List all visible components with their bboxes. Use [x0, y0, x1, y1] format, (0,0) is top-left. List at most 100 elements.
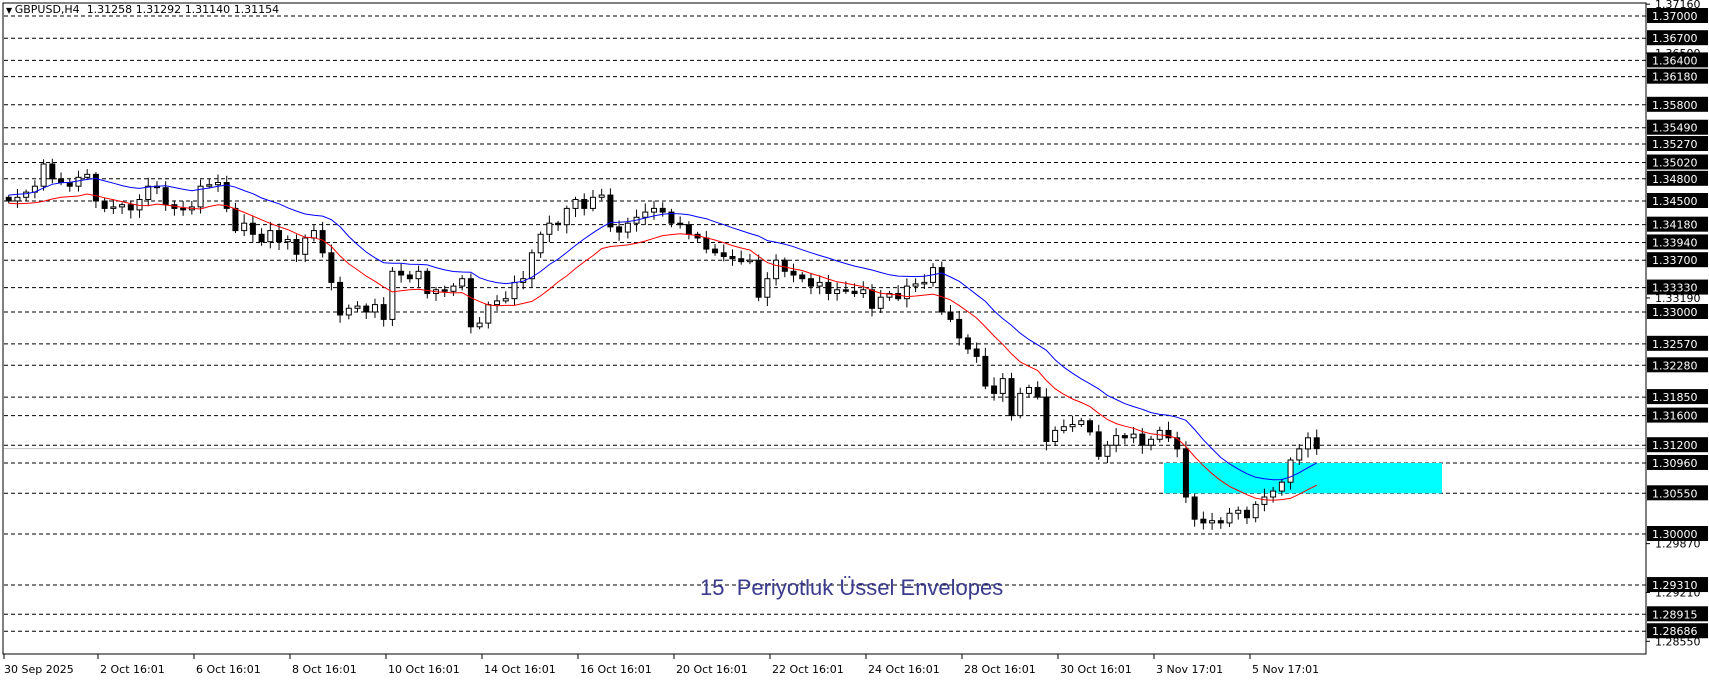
candle-body	[441, 289, 448, 292]
level-label: 1.30960	[1652, 457, 1698, 470]
candle	[572, 196, 579, 218]
level-label: 1.34800	[1652, 173, 1698, 186]
candle-body	[58, 178, 65, 184]
candle	[1034, 381, 1041, 400]
candle-body	[180, 207, 187, 211]
level-label: 1.34180	[1652, 219, 1698, 232]
candle-body	[276, 230, 283, 243]
candle-body	[1060, 426, 1067, 431]
candle	[171, 200, 178, 216]
candle	[406, 270, 413, 283]
candle	[345, 304, 352, 320]
candle	[415, 265, 422, 287]
level-label: 1.29310	[1652, 579, 1698, 592]
candle-body	[494, 300, 501, 306]
candle	[31, 180, 38, 199]
candle-body	[337, 281, 344, 316]
candle	[494, 295, 501, 311]
candle-body	[1191, 496, 1198, 520]
candle-body	[476, 322, 483, 328]
candle-body	[589, 196, 596, 209]
candle-body	[1148, 438, 1155, 446]
triangle-down-icon[interactable]: ▼	[6, 6, 15, 15]
candle-body	[1287, 459, 1294, 483]
candle-body	[712, 248, 719, 254]
candle	[764, 272, 771, 307]
level-label: 1.33700	[1652, 254, 1698, 267]
candle	[389, 267, 396, 327]
candle	[101, 197, 108, 213]
candle	[450, 283, 457, 296]
candle-body	[1278, 481, 1285, 492]
candle	[1217, 517, 1224, 529]
candle-body	[895, 293, 902, 300]
time-axis[interactable]: 30 Sep 2025 2 Oct 16:01 6 Oct 16:01 8 Oct 1…	[3, 654, 1319, 676]
candle-body	[651, 207, 657, 213]
level-label: 1.35020	[1652, 157, 1698, 170]
candle-body	[528, 252, 535, 280]
candle	[1043, 388, 1050, 451]
candle	[834, 282, 841, 301]
candle	[1313, 429, 1320, 455]
candle-body	[1121, 435, 1128, 439]
candle	[528, 249, 535, 288]
candle-body	[284, 238, 291, 243]
level-label: 1.37000	[1652, 10, 1698, 23]
candle	[354, 301, 361, 313]
level-label: 1.32570	[1652, 338, 1698, 351]
candle-body	[1052, 429, 1059, 442]
candle-body	[328, 252, 335, 283]
candle	[1235, 506, 1242, 520]
candle-body	[773, 259, 780, 280]
candle-body	[415, 270, 422, 280]
candle-body	[842, 289, 849, 292]
candle	[982, 347, 989, 390]
candle-body	[720, 252, 727, 258]
candle	[476, 316, 483, 330]
price-axis[interactable]: 1.371601.365001.331901.298701.292101.285…	[1646, 0, 1708, 648]
candle	[206, 178, 213, 189]
candle-body	[912, 283, 919, 287]
candle-body	[746, 259, 753, 263]
candle	[589, 190, 596, 212]
x-tick-label: 30 Sep 2025	[4, 663, 74, 676]
x-tick-label: 16 Oct 16:01	[580, 663, 652, 676]
candle-body	[267, 230, 274, 243]
x-tick-label: 28 Oct 16:01	[964, 663, 1036, 676]
indicator-label: 15 Periyotluk Üssel Envelopes	[700, 575, 1004, 600]
candle-body	[502, 298, 509, 302]
candle-body	[1200, 518, 1207, 524]
candle-body	[66, 182, 73, 187]
x-tick-label: 10 Oct 16:01	[388, 663, 460, 676]
candle-body	[241, 222, 248, 232]
candle-body	[127, 204, 134, 211]
level-label: 1.33330	[1652, 282, 1698, 295]
candle	[616, 220, 623, 241]
candle-body	[14, 196, 21, 202]
candle	[145, 177, 152, 207]
candle	[136, 194, 143, 218]
candle-body	[1235, 509, 1242, 514]
candle	[511, 275, 518, 306]
level-label: 1.32280	[1652, 359, 1698, 372]
horizontal-levels	[4, 15, 1646, 632]
candle-body	[345, 307, 352, 316]
candle	[433, 286, 439, 301]
candle-body	[703, 237, 710, 250]
candle	[1296, 444, 1303, 465]
candle-body	[825, 281, 832, 294]
candle-body	[616, 226, 623, 233]
candle	[807, 272, 814, 295]
x-tick-label: 20 Oct 16:01	[676, 663, 748, 676]
candle	[1174, 431, 1181, 458]
x-tick-label: 6 Oct 16:01	[196, 663, 261, 676]
candle	[1008, 372, 1015, 421]
candle	[1252, 501, 1259, 523]
candle	[642, 203, 649, 225]
candle-body	[807, 278, 814, 287]
candle	[729, 249, 736, 266]
candle-body	[764, 278, 771, 298]
candle	[1305, 432, 1311, 458]
candle	[1069, 415, 1076, 432]
candle-body	[642, 211, 649, 218]
